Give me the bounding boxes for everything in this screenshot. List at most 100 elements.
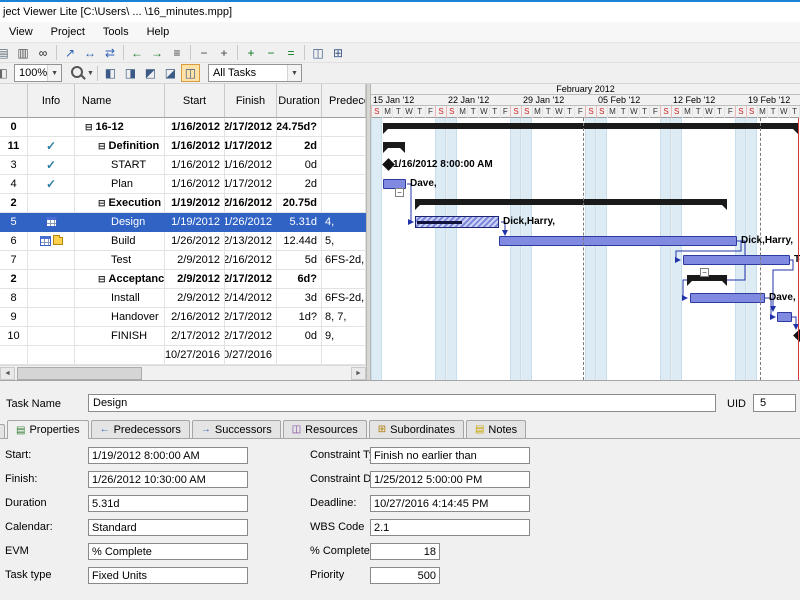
table-row[interactable]: 11✓⊟Definition1/16/20121/17/20122d (0, 137, 366, 156)
edit-hyperlink-icon[interactable]: ↔ (80, 44, 100, 62)
complete-input[interactable] (370, 543, 440, 560)
table-row[interactable]: 0⊟16-121/16/20122/17/201224.75d? (0, 118, 366, 137)
task-bar[interactable] (415, 216, 499, 228)
tab-subordinates[interactable]: ⊞Subordinates (369, 420, 464, 438)
chevron-down-icon[interactable]: ▼ (47, 65, 61, 81)
task-type-input[interactable] (88, 567, 248, 584)
column-header-duration[interactable]: Duration (277, 84, 322, 118)
table-row[interactable]: 9Handover2/16/20122/17/20121d?8, 7, (0, 308, 366, 327)
chart-collapse-icon[interactable]: − (700, 268, 709, 277)
constraint-type-input[interactable] (370, 447, 530, 464)
column-header-start[interactable]: Start (165, 84, 225, 118)
table-row[interactable]: 10/27/201610/27/2016 (0, 346, 366, 365)
insert-hyperlink-icon[interactable]: ↗ (60, 44, 80, 62)
column-header-name[interactable]: Name (75, 84, 165, 118)
table-horizontal-scrollbar[interactable]: ◄ ► (0, 365, 366, 380)
outline-icon[interactable]: ≡ (167, 44, 187, 62)
task-name-input[interactable] (88, 394, 716, 412)
filter-combobox[interactable]: All Tasks ▼ (208, 64, 302, 82)
task-bar[interactable] (683, 255, 790, 265)
table-view-icon[interactable]: ⊞ (328, 44, 348, 62)
day-letter: T (639, 106, 650, 118)
collapse-icon[interactable]: ⊟ (98, 274, 106, 285)
table-row[interactable]: 8Install2/9/20122/14/20123d6FS-2d, (0, 289, 366, 308)
scroll-right-icon[interactable]: ► (351, 367, 366, 380)
column-header-id[interactable] (0, 84, 28, 118)
link-tasks-icon[interactable]: ⇄ (100, 44, 120, 62)
menu-help[interactable]: Help (138, 23, 179, 41)
column-header-predecess[interactable]: Predecess (322, 84, 366, 118)
constraint-date-input[interactable] (370, 471, 530, 488)
view-right-pane-icon[interactable]: ◨ (121, 64, 140, 82)
chevron-down-icon[interactable]: ▼ (87, 70, 94, 77)
zoom-fit-icon[interactable]: = (281, 44, 301, 62)
menu-view[interactable]: View (0, 23, 42, 41)
zoom-select-icon[interactable] (71, 66, 83, 78)
table-row[interactable]: 3✓START1/16/20121/16/20120d (0, 156, 366, 175)
finish-cell: 2/16/2012 (225, 194, 277, 213)
outdent-task-icon[interactable]: ← (127, 44, 147, 62)
view-top-pane-icon[interactable]: ◩ (141, 64, 160, 82)
chart-collapse-icon[interactable]: − (395, 188, 404, 197)
start-input[interactable] (88, 447, 248, 464)
collapse-icon[interactable]: ⊟ (98, 141, 106, 152)
deadline-input[interactable] (370, 495, 530, 512)
completed-check-icon: ✓ (46, 177, 56, 191)
day-letter: T (467, 106, 478, 118)
calendar-input[interactable] (88, 519, 248, 536)
table-row[interactable]: 6Build1/26/20122/13/201212.44d5, (0, 232, 366, 251)
summary-bar[interactable] (383, 142, 405, 148)
tab-notes[interactable]: ▤Notes (466, 420, 526, 438)
task-name-cell: Design (75, 213, 165, 232)
finish-input[interactable] (88, 471, 248, 488)
scrollbar-thumb[interactable] (17, 367, 142, 380)
summary-bar[interactable] (383, 123, 798, 129)
view-bottom-pane-icon[interactable]: ◪ (161, 64, 180, 82)
zoom-combobox[interactable]: 100% ▼ (14, 64, 62, 82)
evm-input[interactable] (88, 543, 248, 560)
table-row[interactable]: 2⊟Acceptance2/9/20122/17/20126d? (0, 270, 366, 289)
duration-input[interactable] (88, 495, 248, 512)
task-bar[interactable] (499, 236, 737, 246)
tab-resources[interactable]: ◫Resources (283, 420, 367, 438)
collapse-icon[interactable]: ⊟ (85, 122, 93, 133)
zoom-out-icon[interactable]: − (261, 44, 281, 62)
scroll-left-icon[interactable]: ◄ (0, 367, 15, 380)
row-id-cell: 2 (0, 194, 28, 213)
print-icon[interactable]: ▥ (13, 44, 33, 62)
expand-all-icon[interactable]: + (214, 44, 234, 62)
gantt-chart-view-icon[interactable]: ◫ (308, 44, 328, 62)
collapse-icon[interactable]: ⊟ (98, 198, 106, 209)
column-header-finish[interactable]: Finish (225, 84, 277, 118)
priority-input[interactable] (370, 567, 440, 584)
tab-successors[interactable]: →Successors (192, 420, 281, 438)
menu-tools[interactable]: Tools (94, 23, 138, 41)
tab-predecessors[interactable]: ←Predecessors (91, 420, 190, 438)
table-row[interactable]: 4✓Plan1/16/20121/17/20122d (0, 175, 366, 194)
wbs-code-input[interactable] (370, 519, 530, 536)
select-tool-icon[interactable]: ◧ (0, 64, 12, 82)
task-bar[interactable] (690, 293, 765, 303)
chevron-down-icon[interactable]: ▼ (287, 65, 301, 81)
summary-bar[interactable] (415, 199, 727, 205)
menu-project[interactable]: Project (42, 23, 94, 41)
find-icon[interactable]: ∞ (33, 44, 53, 62)
duration-cell: 1d? (277, 308, 322, 327)
collapse-all-icon[interactable]: − (194, 44, 214, 62)
task-bar[interactable] (777, 312, 792, 322)
copy-picture-icon[interactable]: ▤ (0, 44, 13, 62)
indent-task-icon[interactable]: → (147, 44, 167, 62)
table-row[interactable]: 10FINISH2/17/20122/17/20120d9, (0, 327, 366, 346)
zoom-in-icon[interactable]: + (241, 44, 261, 62)
tab-properties[interactable]: ▤Properties (7, 420, 89, 439)
view-left-pane-icon[interactable]: ◧ (101, 64, 120, 82)
tab-label: Subordinates (390, 424, 455, 436)
column-header-info[interactable]: Info (28, 84, 75, 118)
info-cell: ✓ (28, 137, 75, 156)
table-row[interactable]: 7Test2/9/20122/16/20125d6FS-2d, (0, 251, 366, 270)
tab-stub[interactable] (0, 424, 5, 438)
table-row[interactable]: 5Design1/19/20121/26/20125.31d4, (0, 213, 366, 232)
view-split-pane-icon[interactable]: ◫ (181, 64, 200, 82)
table-row[interactable]: 2⊟Execution1/19/20122/16/201220.75d (0, 194, 366, 213)
uid-label: UID (727, 398, 746, 410)
